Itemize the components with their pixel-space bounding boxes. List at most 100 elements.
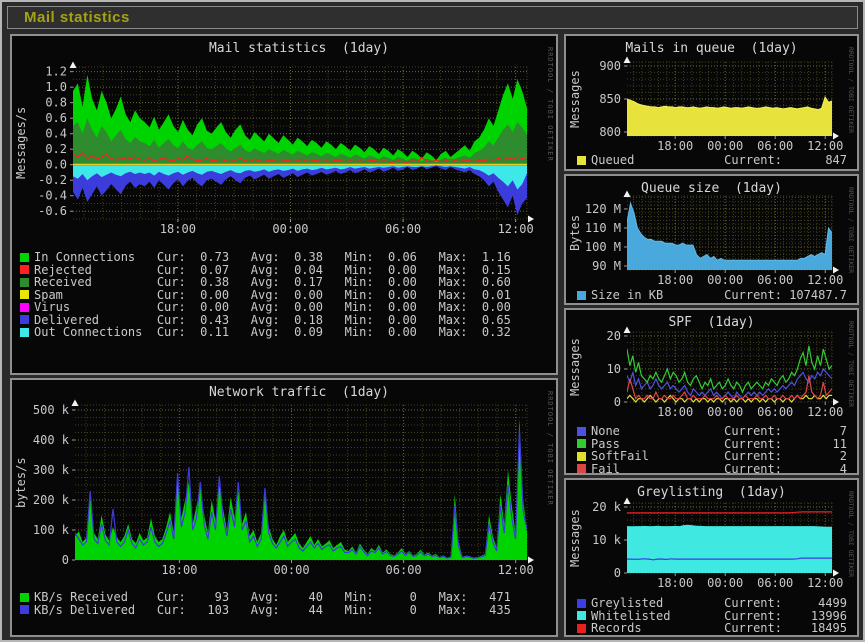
y-tick-label: 20: [607, 329, 621, 343]
x-tick-label: 06:00: [757, 405, 793, 419]
legend-swatch: [577, 427, 586, 436]
chart-legend: NoneCurrent: 7PassCurrent: 11SoftFailCur…: [577, 425, 847, 475]
legend-swatch: [577, 439, 586, 448]
x-tick-label: 18:00: [657, 273, 693, 287]
y-tick-label: 400 k: [33, 433, 70, 447]
chart-legend: Queued Current: 847: [577, 154, 847, 167]
y-axis-label: Messages: [568, 332, 583, 402]
legend-row: SoftFailCurrent: 2: [577, 450, 847, 463]
legend-row: KB/s Received Cur: 93 Avg: 40 Min: 0 Max…: [20, 591, 547, 604]
legend-row: Received Cur: 0.38 Avg: 0.17 Min: 0.00 M…: [20, 276, 547, 289]
y-tick-label: 0: [614, 395, 621, 409]
legend-current-value: Current: 2: [724, 450, 847, 463]
chart-title: SPF (1day): [566, 315, 857, 330]
legend-swatch: [577, 599, 586, 608]
legend-row: FailCurrent: 4: [577, 463, 847, 476]
y-tick-label: 0.8: [45, 96, 67, 110]
legend-current-value: Current: 4: [724, 463, 847, 476]
y-tick-label: -0.2: [38, 173, 67, 187]
y-tick-label: 1.0: [45, 80, 67, 94]
y-tick-label: 100 M: [585, 240, 621, 254]
legend-text: Out Connections Cur: 0.11 Avg: 0.09 Min:…: [34, 326, 511, 339]
x-tick-label: 00:00: [707, 576, 743, 590]
y-tick-label: 100 k: [33, 523, 70, 537]
y-axis-label: Messages: [568, 503, 583, 573]
queue-size-panel: Queue size (1day) Bytes Size in KBCurren…: [564, 174, 859, 305]
y-axis-label: Messages/s: [14, 67, 29, 219]
legend-row: GreylistedCurrent: 4499: [577, 597, 847, 610]
rrdtool-watermark: RRDTOOL / TOBI OETIKER: [847, 187, 855, 273]
series-whitelisted: [627, 525, 832, 573]
legend-text: KB/s Delivered Cur: 103 Avg: 44 Min: 0 M…: [34, 604, 511, 617]
rrdtool-watermark: RRDTOOL / TOBI OETIKER: [847, 47, 855, 133]
series-records: [627, 512, 832, 513]
x-tick-label: 06:00: [386, 563, 422, 577]
greylisting-panel: Greylisting (1day) Messages GreylistedCu…: [564, 478, 859, 637]
legend-swatch: [577, 452, 586, 461]
legend-swatch: [20, 290, 29, 299]
x-tick-label: 00:00: [707, 273, 743, 287]
y-tick-label: 850: [599, 92, 621, 106]
legend-swatch: [577, 624, 586, 633]
y-tick-label: 10 k: [592, 533, 622, 547]
y-tick-label: 20 k: [592, 500, 622, 514]
app-window: Mail statistics Mail statistics (1day) M…: [0, 0, 865, 642]
y-tick-label: 0.2: [45, 142, 67, 156]
y-tick-label: 90 M: [592, 259, 621, 273]
y-tick-label: 800: [599, 125, 621, 139]
y-tick-label: 0: [614, 566, 621, 580]
legend-text: Records: [591, 622, 642, 635]
legend-current-value: Current: 18495: [724, 622, 847, 635]
rrdtool-watermark: RRDTOOL / TOBI OETIKER: [546, 47, 554, 162]
chart-title: Network traffic (1day): [12, 385, 556, 400]
y-tick-label: 110 M: [585, 221, 621, 235]
mails-in-queue-panel: Mails in queue (1day) Messages QueuedCur…: [564, 34, 859, 171]
chart-title: Mails in queue (1day): [566, 41, 857, 56]
chart-title: Greylisting (1day): [566, 485, 857, 500]
legend-swatch: [577, 611, 586, 620]
legend-row: Queued Current: 847: [577, 154, 847, 167]
window-title: Mail statistics: [24, 9, 130, 26]
legend-current-value: Current: 107487.7: [724, 289, 847, 302]
series-none: [627, 369, 832, 399]
y-tick-label: 120 M: [585, 202, 621, 216]
series-kbs-delivered: [75, 430, 527, 559]
window-titlebar: Mail statistics: [7, 6, 858, 29]
legend-swatch: [577, 291, 586, 300]
y-axis-arrow-icon: [70, 62, 77, 69]
legend-current-value: Current: 4499: [724, 597, 847, 610]
y-axis-arrow-icon: [72, 400, 79, 407]
legend-swatch: [20, 328, 29, 337]
legend-text: KB/s Received Cur: 93 Avg: 40 Min: 0 Max…: [34, 591, 511, 604]
x-tick-label: 12:00: [807, 576, 843, 590]
legend-row: KB/s Delivered Cur: 103 Avg: 44 Min: 0 M…: [20, 604, 547, 617]
x-tick-label: 00:00: [707, 405, 743, 419]
x-tick-label: 06:00: [757, 576, 793, 590]
x-tick-label: 18:00: [160, 222, 196, 236]
legend-row: Out Connections Cur: 0.11 Avg: 0.09 Min:…: [20, 326, 547, 339]
x-tick-label: 00:00: [272, 222, 308, 236]
legend-swatch: [20, 605, 29, 614]
y-tick-label: 200 k: [33, 493, 70, 507]
y-tick-label: 0.0: [45, 158, 67, 172]
chart-legend: GreylistedCurrent: 4499WhitelistedCurren…: [577, 597, 847, 635]
legend-swatch: [20, 278, 29, 287]
legend-current-value: Current: 847: [724, 154, 847, 167]
legend-text: None: [591, 425, 620, 438]
x-tick-label: 12:00: [498, 563, 534, 577]
y-tick-label: 0: [62, 553, 69, 567]
legend-text: Size in KB: [591, 289, 663, 302]
chart-title: Queue size (1day): [566, 181, 857, 196]
legend-swatch: [20, 593, 29, 602]
legend-row: Virus Cur: 0.00 Avg: 0.00 Min: 0.00 Max:…: [20, 301, 547, 314]
y-tick-label: 1.2: [45, 65, 67, 79]
x-tick-label: 06:00: [757, 273, 793, 287]
legend-text: Queued: [591, 154, 634, 167]
legend-row: NoneCurrent: 7: [577, 425, 847, 438]
x-tick-label: 18:00: [657, 405, 693, 419]
y-tick-label: 900: [599, 59, 621, 73]
x-tick-label: 18:00: [657, 139, 693, 153]
y-tick-label: 10: [607, 362, 621, 376]
y-tick-label: 500 k: [33, 403, 70, 417]
x-tick-label: 18:00: [161, 563, 197, 577]
